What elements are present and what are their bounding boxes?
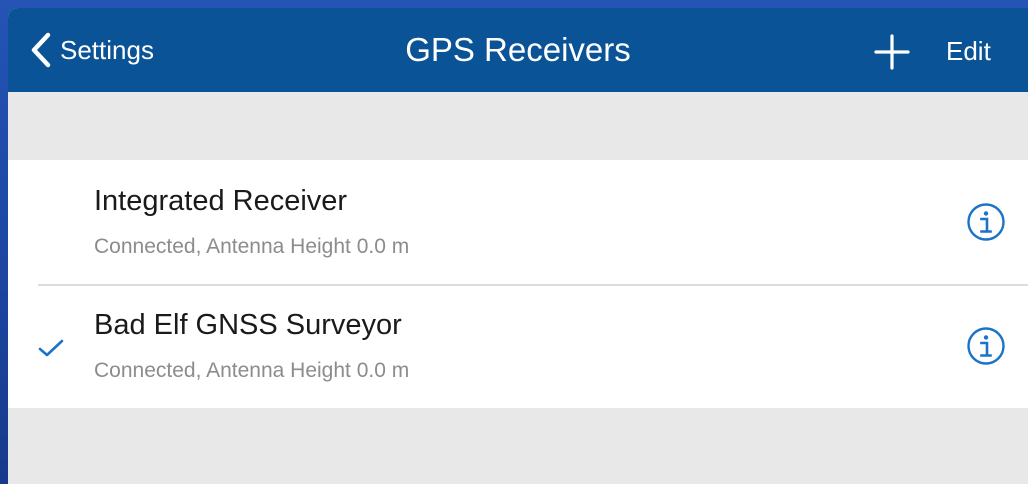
gps-receivers-screen: Settings GPS Receivers Edit Integrated R… <box>8 8 1028 484</box>
receiver-name: Integrated Receiver <box>94 185 348 217</box>
receiver-status: Connected, Antenna Height 0.0 m <box>94 235 410 258</box>
navigation-bar: Settings GPS Receivers Edit <box>8 8 1028 92</box>
receiver-status: Connected, Antenna Height 0.0 m <box>94 359 410 382</box>
checkmark-icon <box>38 339 64 357</box>
receiver-list: Integrated Receiver Connected, Antenna H… <box>8 160 1028 408</box>
edit-button[interactable]: Edit <box>946 34 991 68</box>
receiver-row-integrated[interactable]: Integrated Receiver Connected, Antenna H… <box>8 160 1028 284</box>
info-icon[interactable] <box>966 202 1006 242</box>
plus-icon[interactable] <box>872 32 912 72</box>
info-icon[interactable] <box>966 326 1006 366</box>
device-frame: Settings GPS Receivers Edit Integrated R… <box>0 0 1028 484</box>
receiver-row-bad-elf[interactable]: Bad Elf GNSS Surveyor Connected, Antenna… <box>8 284 1028 408</box>
receiver-name: Bad Elf GNSS Surveyor <box>94 309 402 341</box>
